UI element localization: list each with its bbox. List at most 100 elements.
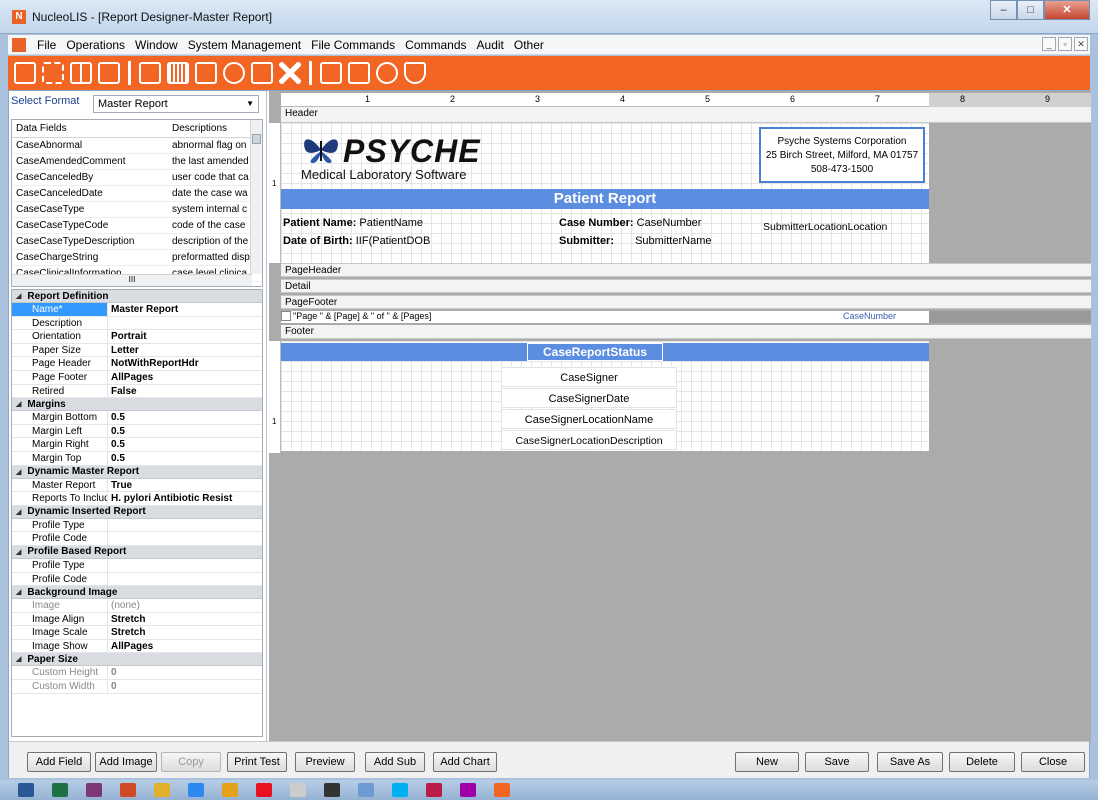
menu-system-management[interactable]: System Management — [183, 38, 306, 52]
grid-icon[interactable] — [70, 62, 92, 84]
property-value[interactable]: Stretch — [108, 626, 262, 639]
property-row[interactable]: Margin Right 0.5 — [12, 438, 262, 452]
chart-icon[interactable] — [320, 62, 342, 84]
property-value[interactable]: Stretch — [108, 613, 262, 626]
table-row[interactable]: CaseAmendedComment the last amended — [12, 154, 262, 170]
property-value[interactable]: False — [108, 385, 262, 398]
property-category[interactable]: ◢ Margins — [12, 398, 262, 412]
section-footer-label[interactable]: Footer — [281, 325, 1091, 339]
address-box[interactable]: Psyche Systems Corporation 25 Birch Stre… — [759, 127, 925, 183]
property-value[interactable]: Portrait — [108, 330, 262, 343]
patient-report-banner[interactable]: Patient Report — [281, 189, 929, 209]
property-value[interactable]: NotWithReportHdr — [108, 357, 262, 370]
maximize-icon[interactable]: □ — [1017, 0, 1044, 20]
ie-icon[interactable] — [188, 783, 204, 797]
property-value[interactable] — [108, 559, 262, 572]
case-report-status-field[interactable]: CaseReportStatus — [527, 343, 663, 361]
media-icon[interactable] — [460, 783, 476, 797]
mdi-minimize-icon[interactable]: _ — [1042, 37, 1056, 51]
clipboard-icon[interactable] — [195, 62, 217, 84]
section-select-box[interactable] — [281, 311, 291, 321]
tools-icon[interactable] — [279, 62, 301, 84]
add-chart-button[interactable]: Add Chart — [433, 752, 497, 772]
menu-file[interactable]: File — [32, 38, 61, 52]
property-value[interactable]: Master Report — [108, 303, 262, 316]
property-row[interactable]: Margin Top 0.5 — [12, 451, 262, 466]
close-button[interactable]: Close — [1021, 752, 1085, 772]
property-value[interactable]: Letter — [108, 344, 262, 357]
property-value[interactable] — [108, 573, 262, 586]
property-row[interactable]: Reports To Include H. pylori Antibiotic R… — [12, 492, 262, 506]
property-row[interactable]: Image Show AllPages — [12, 639, 262, 654]
property-row[interactable]: Image Align Stretch — [12, 612, 262, 627]
property-row[interactable]: Paper Size Letter — [12, 343, 262, 358]
table-row[interactable]: CaseChargeString preformatted disp — [12, 250, 262, 266]
case-signer-location-name-field[interactable]: CaseSignerLocationName — [501, 409, 677, 429]
reader-icon[interactable] — [426, 783, 442, 797]
save-as-button[interactable]: Save As — [877, 752, 943, 772]
property-value[interactable]: True — [108, 479, 262, 492]
menu-window[interactable]: Window — [130, 38, 183, 52]
property-row[interactable]: Custom Width 0 — [12, 680, 262, 694]
calendar-add-icon[interactable] — [348, 62, 370, 84]
submitter-location-field[interactable]: SubmitterLocationLocation — [763, 221, 887, 233]
page-footer-canvas[interactable]: "Page " & [Page] & " of " & [Pages] Case… — [281, 311, 1091, 323]
menu-file-commands[interactable]: File Commands — [306, 38, 400, 52]
property-row[interactable]: Profile Type — [12, 558, 262, 573]
skype-icon[interactable] — [392, 783, 408, 797]
dob-field[interactable]: Date of Birth: IIF(PatientDOB — [283, 235, 430, 247]
add-field-button[interactable]: Add Field — [27, 752, 91, 772]
property-category[interactable]: ◢ Dynamic Master Report — [12, 465, 262, 479]
case-signer-date-field[interactable]: CaseSignerDate — [501, 388, 677, 408]
property-row[interactable]: Master Report True — [12, 478, 262, 493]
add-image-button[interactable]: Add Image — [95, 752, 157, 772]
report-icon[interactable] — [251, 62, 273, 84]
property-category[interactable]: ◢ Dynamic Inserted Report — [12, 505, 262, 519]
nucleolis-taskbar-icon[interactable] — [494, 783, 510, 797]
property-value[interactable]: 0.5 — [108, 452, 262, 465]
property-category[interactable]: ◢ Report Definition — [12, 290, 262, 303]
copy-button[interactable]: Copy — [161, 752, 221, 772]
network-icon[interactable] — [358, 783, 374, 797]
property-value[interactable]: (none) — [108, 599, 262, 612]
dna-icon[interactable] — [42, 62, 64, 84]
case-signer-field[interactable]: CaseSigner — [501, 367, 677, 387]
collapse-triangle-icon[interactable]: ◢ — [16, 548, 21, 556]
column-header-data-fields[interactable]: Data Fields — [12, 120, 168, 137]
property-row[interactable]: Margin Left 0.5 — [12, 424, 262, 439]
save-button[interactable]: Save — [805, 752, 869, 772]
format-select[interactable]: Master Report ▼ — [93, 95, 259, 113]
section-header-label[interactable]: Header — [281, 107, 1091, 123]
psyche-logo[interactable]: PSYCHE Medical Laboratory Software — [301, 131, 491, 182]
property-row[interactable]: Profile Code — [12, 572, 262, 587]
delete-button[interactable]: Delete — [949, 752, 1015, 772]
dashboard-icon[interactable] — [376, 62, 398, 84]
submitter-field[interactable]: Submitter: SubmitterName — [559, 235, 711, 247]
case-signer-location-desc-field[interactable]: CaseSignerLocationDescription — [501, 430, 677, 450]
property-row[interactable]: Image (none) — [12, 599, 262, 613]
property-category[interactable]: ◢ Paper Size — [12, 653, 262, 667]
preview-button[interactable]: Preview — [295, 752, 355, 772]
menu-other[interactable]: Other — [509, 38, 549, 52]
section-pageheader-label[interactable]: PageHeader — [281, 263, 1091, 277]
pen-icon[interactable] — [139, 62, 161, 84]
property-value[interactable] — [108, 532, 262, 545]
property-row[interactable]: Name* Master Report — [12, 303, 262, 317]
new-case-icon[interactable] — [14, 62, 36, 84]
page-number-expression[interactable]: "Page " & [Page] & " of " & [Pages] — [293, 311, 431, 321]
mdi-restore-icon[interactable]: ▫ — [1058, 37, 1072, 51]
property-row[interactable]: Page Footer AllPages — [12, 370, 262, 385]
excel-icon[interactable] — [52, 783, 68, 797]
notepad-icon[interactable] — [290, 783, 306, 797]
menu-commands[interactable]: Commands — [400, 38, 471, 52]
close-icon[interactable]: ✕ — [1044, 0, 1090, 20]
property-category[interactable]: ◢ Profile Based Report — [12, 545, 262, 559]
property-row[interactable]: Custom Height 0 — [12, 666, 262, 681]
property-row[interactable]: Orientation Portrait — [12, 330, 262, 344]
table-row[interactable]: CaseAbnormal abnormal flag on — [12, 138, 262, 154]
shield-check-icon[interactable] — [404, 62, 426, 84]
printer-icon[interactable] — [98, 62, 120, 84]
collapse-triangle-icon[interactable]: ◢ — [16, 292, 21, 300]
property-category[interactable]: ◢ Background Image — [12, 586, 262, 600]
property-value[interactable]: 0 — [108, 680, 262, 693]
